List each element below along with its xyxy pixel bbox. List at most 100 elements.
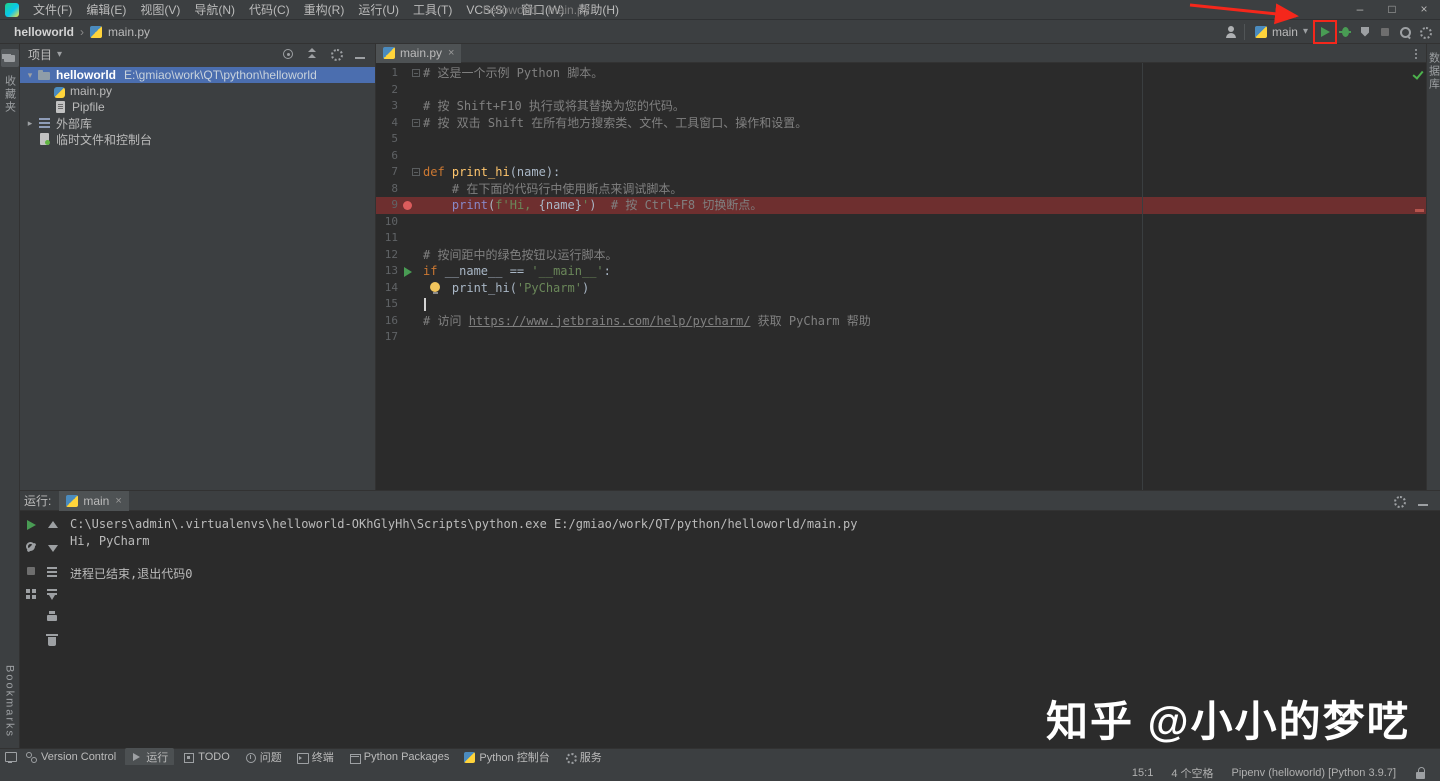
rerun-button[interactable] (24, 518, 38, 532)
up-stack-trace-icon[interactable] (45, 518, 59, 532)
select-opened-file-icon[interactable] (281, 47, 295, 61)
menu-item[interactable]: 视图(V) (133, 0, 187, 20)
down-stack-trace-icon[interactable] (45, 541, 59, 555)
toolwindow-button-problems[interactable]: 问题 (239, 748, 288, 766)
run-button[interactable] (1318, 25, 1332, 39)
code-line[interactable]: 3# 按 Shift+F10 执行或将其替换为您的代码。 (376, 98, 1426, 115)
print-icon[interactable] (45, 610, 59, 624)
edit-configuration-icon[interactable] (24, 541, 38, 555)
stop-button[interactable] (1378, 25, 1392, 39)
code-line[interactable]: 7def print_hi(name): (376, 164, 1426, 181)
code-line[interactable]: 1# 这是一个示例 Python 脚本。 (376, 65, 1426, 82)
run-tab-main[interactable]: main × (59, 491, 128, 511)
collapse-all-icon[interactable] (305, 47, 319, 61)
soft-wrap-icon[interactable] (45, 564, 59, 578)
upper-area: 项目 ▾ ▾helloworldE:\gmiao\work\QT\python\… (20, 44, 1440, 490)
debug-button[interactable] (1338, 25, 1352, 39)
scroll-to-end-icon[interactable] (45, 587, 59, 601)
close-button[interactable]: × (1408, 0, 1440, 20)
breadcrumb-file[interactable]: main.py (108, 25, 150, 39)
menu-item[interactable]: 导航(N) (187, 0, 242, 20)
project-tree-item[interactable]: ▾helloworldE:\gmiao\work\QT\python\hello… (20, 67, 375, 83)
inspection-scrollbar[interactable] (1413, 63, 1426, 490)
code-line[interactable]: 17 (376, 329, 1426, 346)
settings-icon[interactable] (1418, 25, 1432, 39)
toolwindow-button-vcs[interactable]: Version Control (20, 748, 122, 766)
tree-collapsed-icon[interactable]: ▸ (24, 118, 36, 129)
code-line[interactable]: 11 (376, 230, 1426, 247)
toolwindow-button-services[interactable]: 服务 (559, 748, 608, 766)
code-line[interactable]: 14 print_hi('PyCharm') (376, 280, 1426, 297)
code-line[interactable]: 15 (376, 296, 1426, 313)
tool-stripe-favorites-button[interactable]: 收藏夹 (2, 75, 18, 114)
code-line[interactable]: 12# 按间距中的绿色按钮以运行脚本。 (376, 247, 1426, 264)
code-token: ) (582, 281, 589, 295)
search-everywhere-icon[interactable] (1398, 25, 1412, 39)
code-editor[interactable]: 1# 这是一个示例 Python 脚本。23# 按 Shift+F10 执行或将… (376, 63, 1426, 490)
maximize-button[interactable]: □ (1376, 0, 1408, 20)
code-line[interactable]: 10 (376, 214, 1426, 231)
code-line[interactable]: 2 (376, 82, 1426, 99)
toolwindow-button-todo[interactable]: TODO (177, 748, 236, 766)
tool-window-buttons: Version Control运行TODO问题终端Python Packages… (20, 748, 608, 766)
project-panel-title[interactable]: 项目 (28, 46, 52, 63)
editor-tab-main-py[interactable]: main.py × (376, 44, 461, 63)
interpreter-info[interactable]: Pipenv (helloworld) [Python 3.9.7] (1232, 767, 1396, 779)
project-tree-item[interactable]: 临时文件和控制台 (20, 131, 375, 147)
hide-run-panel-icon[interactable] (1416, 494, 1430, 508)
stop-process-button[interactable] (24, 564, 38, 578)
code-line[interactable]: 8 # 在下面的代码行中使用断点来调试脚本。 (376, 181, 1426, 198)
code-line[interactable]: 13if __name__ == '__main__': (376, 263, 1426, 280)
hide-panel-icon[interactable] (353, 47, 367, 61)
clear-all-icon[interactable] (45, 633, 59, 647)
menu-item[interactable]: 运行(U) (351, 0, 406, 20)
tool-stripe-database-button[interactable]: 数据库 (1426, 52, 1440, 91)
menu-item[interactable]: 文件(F) (26, 0, 79, 20)
close-tab-icon[interactable]: × (115, 495, 121, 507)
inspections-ok-icon[interactable] (1412, 67, 1426, 81)
run-line-icon[interactable] (404, 267, 412, 277)
code-line[interactable]: 6 (376, 148, 1426, 165)
toolwindow-button-run[interactable]: 运行 (125, 748, 174, 766)
code-with-me-icon[interactable] (1224, 25, 1238, 39)
intention-bulb-icon[interactable] (430, 282, 440, 292)
code-line[interactable]: 4# 按 双击 Shift 在所有地方搜索类、文件、工具窗口、操作和设置。 (376, 115, 1426, 132)
menu-item[interactable]: 工具(T) (406, 0, 459, 20)
run-panel-settings-icon[interactable] (1392, 494, 1406, 508)
project-tree-item[interactable]: ▸外部库 (20, 115, 375, 131)
coverage-button[interactable] (1358, 25, 1372, 39)
tree-expanded-icon[interactable]: ▾ (24, 70, 36, 81)
code-line[interactable]: 16# 访问 https://www.jetbrains.com/help/py… (376, 313, 1426, 330)
toolwindow-button-terminal[interactable]: 终端 (291, 748, 340, 766)
tool-window-switcher-icon[interactable] (3, 750, 17, 764)
tool-stripe-bookmarks-button[interactable]: Bookmarks (4, 665, 16, 738)
toolwindow-button-pyconsole[interactable]: Python 控制台 (458, 748, 555, 766)
lock-icon[interactable] (1414, 766, 1428, 780)
code-line[interactable]: 5 (376, 131, 1426, 148)
minimize-button[interactable]: – (1344, 0, 1376, 20)
toolwindow-button-packages[interactable]: Python Packages (343, 748, 456, 766)
fold-icon[interactable] (412, 69, 420, 77)
run-config-selector[interactable]: main ▾ (1251, 24, 1312, 40)
panel-settings-icon[interactable] (329, 47, 343, 61)
restore-layout-icon[interactable] (24, 587, 38, 601)
tool-stripe-project-button[interactable] (1, 49, 19, 67)
fold-icon[interactable] (412, 168, 420, 176)
menu-item[interactable]: 重构(R) (297, 0, 352, 20)
project-tree-item[interactable]: main.py (20, 83, 375, 99)
project-tree-item[interactable]: Pipfile (20, 99, 375, 115)
breakpoint-icon[interactable] (403, 201, 412, 210)
menu-item[interactable]: 代码(C) (242, 0, 297, 20)
menu-item[interactable]: 编辑(E) (79, 0, 133, 20)
close-tab-icon[interactable]: × (448, 47, 454, 59)
fold-icon[interactable] (412, 119, 420, 127)
pyconsole-icon (464, 752, 475, 763)
breadcrumb-project[interactable]: helloworld (14, 25, 74, 39)
gutter: 3 (376, 98, 423, 115)
code-line[interactable]: 9 print(f'Hi, {name}') # 按 Ctrl+F8 切换断点。 (376, 197, 1426, 214)
run-panel-title: 运行: (24, 492, 51, 509)
tab-options-icon[interactable] (1409, 47, 1423, 61)
indent-info[interactable]: 4 个空格 (1171, 765, 1213, 781)
error-stripe-mark[interactable] (1415, 209, 1424, 212)
caret-position[interactable]: 15:1 (1132, 767, 1153, 779)
